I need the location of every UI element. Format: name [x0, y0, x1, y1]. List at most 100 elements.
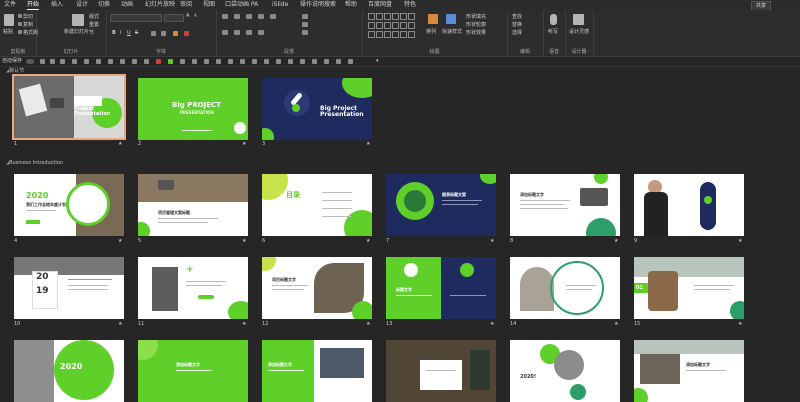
picture-icon[interactable] [216, 59, 221, 64]
menu-animations[interactable]: 动画 [121, 0, 133, 10]
shape-outline-button[interactable]: 形状轮廓 [466, 21, 486, 28]
group-icon[interactable] [192, 59, 197, 64]
new-file-icon[interactable] [120, 59, 125, 64]
slide-thumbnail[interactable]: 添加标题文字 [138, 340, 248, 402]
replace-button[interactable]: 替换 [512, 21, 522, 28]
shapes-icon[interactable] [228, 59, 233, 64]
slide-thumbnail[interactable]: 2020 我们工作总结年度计划 [14, 174, 124, 236]
italic-button[interactable]: I [120, 30, 121, 36]
shape-effects-button[interactable]: 形状效果 [466, 29, 486, 36]
select-button[interactable]: 选择 [512, 29, 522, 36]
print-icon[interactable] [144, 59, 149, 64]
slide-thumbnail[interactable]: 20 19 [14, 257, 124, 319]
audio-icon[interactable] [300, 59, 305, 64]
open-file-icon[interactable] [132, 59, 137, 64]
text-direction-icon[interactable] [302, 14, 308, 19]
design-ideas-icon[interactable] [573, 14, 584, 25]
align-center-icon[interactable] [234, 30, 240, 35]
quick-styles-label[interactable]: 快速样式 [442, 28, 462, 35]
slide-thumbnail[interactable]: 项目管理文案标题 [138, 174, 248, 236]
table-icon[interactable] [252, 59, 257, 64]
slide-thumbnail[interactable]: 目录 [262, 174, 372, 236]
slide-thumbnail[interactable]: 标题文字 [386, 257, 496, 319]
menu-special[interactable]: 特色 [404, 0, 416, 10]
menu-pocket-animation[interactable]: 口袋动画 PA [225, 0, 258, 10]
menu-tell-me[interactable]: 操作说明搜索 [300, 0, 336, 10]
repeat-icon[interactable] [72, 59, 77, 64]
shape-fill-button[interactable]: 形状填充 [466, 13, 486, 20]
touch-mode-icon[interactable] [96, 59, 101, 64]
bullets-icon[interactable] [222, 14, 228, 19]
from-beginning-icon[interactable] [84, 59, 89, 64]
highlight-icon[interactable] [173, 31, 178, 36]
layout-label[interactable]: 版式 [89, 13, 99, 20]
strikethrough-button[interactable]: S [135, 30, 138, 36]
line-spacing-icon[interactable] [270, 14, 276, 19]
menu-file[interactable]: 文件 [4, 0, 16, 10]
smartart-icon[interactable] [302, 30, 308, 35]
change-case-icon[interactable] [161, 31, 166, 36]
undo-icon[interactable] [50, 59, 55, 64]
cut-icon[interactable] [18, 14, 22, 18]
reset-label[interactable]: 重置 [89, 21, 99, 28]
find-button[interactable]: 查找 [512, 13, 522, 20]
microphone-icon[interactable] [550, 14, 557, 25]
menu-review[interactable]: 审阅 [180, 0, 192, 10]
slide-thumbnail[interactable]: 项目标题文字 [262, 257, 372, 319]
menu-insert[interactable]: 插入 [51, 0, 63, 10]
new-slide-label[interactable]: 新建幻灯片 [64, 28, 89, 35]
save-icon[interactable] [40, 59, 45, 64]
format-painter-icon[interactable] [18, 30, 22, 34]
slide-thumbnail[interactable]: 2020 [14, 340, 124, 402]
font-shrink-button[interactable]: A [194, 13, 197, 18]
section-label[interactable]: 节 [89, 29, 94, 36]
bold-button[interactable]: B [112, 30, 116, 36]
menu-home[interactable]: 开始 [27, 0, 40, 10]
textbox-icon[interactable] [240, 59, 245, 64]
customize-qat-icon[interactable]: ▾ [376, 57, 379, 66]
autosave-toggle[interactable] [26, 59, 34, 64]
chart-icon[interactable] [264, 59, 269, 64]
link-icon[interactable] [276, 59, 281, 64]
menu-islide[interactable]: iSlide [272, 0, 288, 10]
numbering-icon[interactable] [234, 14, 240, 19]
menu-slideshow[interactable]: 幻灯片放映 [145, 0, 175, 10]
menu-help[interactable]: 帮助 [345, 0, 357, 10]
copy-label[interactable]: 复制 [23, 21, 33, 28]
font-grow-button[interactable]: A [186, 13, 189, 19]
slide-thumbnail[interactable]: Big PROJECT PRESENTATION [138, 78, 248, 140]
cut-label[interactable]: 剪切 [23, 13, 33, 20]
section-header-default[interactable]: 默认节 [6, 67, 24, 74]
char-spacing-icon[interactable] [151, 31, 156, 36]
arrange-label[interactable]: 排列 [426, 28, 436, 35]
slide-thumbnail[interactable]: Big Project Presentation [12, 74, 126, 140]
merge-shapes-icon[interactable] [324, 59, 329, 64]
increase-indent-icon[interactable] [258, 14, 264, 19]
justify-icon[interactable] [258, 30, 264, 35]
font-size-select[interactable] [164, 14, 184, 22]
menu-design[interactable]: 设计 [76, 0, 88, 10]
quick-styles-icon[interactable] [446, 14, 456, 24]
slide-thumbnail[interactable]: 图表标题文案 [386, 174, 496, 236]
selection-pane-icon[interactable] [348, 59, 353, 64]
align-icon[interactable] [180, 59, 185, 64]
slide-thumbnail[interactable] [386, 340, 496, 402]
slide-thumbnail[interactable]: Big Project Presentation [262, 78, 372, 140]
slide-thumbnail[interactable]: 添加标题文字 [262, 340, 372, 402]
slide-thumbnail[interactable] [634, 174, 744, 236]
underline-button[interactable]: U [127, 30, 131, 36]
new-slide-icon[interactable] [72, 14, 84, 26]
align-left-icon[interactable] [222, 30, 228, 35]
redo-icon[interactable] [60, 59, 65, 64]
crop-icon[interactable] [204, 59, 209, 64]
font-color-icon[interactable] [184, 31, 189, 36]
symbol-icon[interactable] [312, 59, 317, 64]
slide-thumbnail[interactable]: 添加标题文字 [634, 340, 744, 402]
section-header-business[interactable]: Business Introduction [6, 160, 63, 166]
slide-thumbnail[interactable] [510, 257, 620, 319]
video-icon[interactable] [288, 59, 293, 64]
decrease-indent-icon[interactable] [246, 14, 252, 19]
dictate-label[interactable]: 听写 [548, 28, 558, 35]
copy-icon[interactable] [18, 22, 22, 26]
slide-thumbnail[interactable]: 添加标题文字 [510, 174, 620, 236]
